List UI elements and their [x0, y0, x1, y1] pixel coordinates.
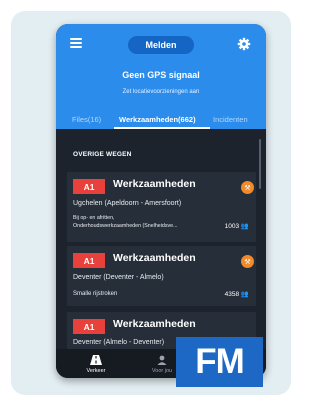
roadworks-icon: ⚒: [241, 181, 254, 194]
road-badge: A1: [73, 179, 105, 194]
person-icon: [157, 355, 167, 365]
road-badge: A1: [73, 319, 105, 334]
gps-status-title: Geen GPS signaal: [122, 70, 200, 80]
fm-logo: FM: [176, 337, 263, 387]
list-item[interactable]: A1 Werkzaamheden ⚒ Deventer (Deventer - …: [67, 246, 256, 306]
scrollbar[interactable]: [259, 139, 261, 189]
nav-verkeer[interactable]: Verkeer: [66, 349, 126, 378]
event-count: 4358 👥: [224, 291, 249, 298]
tab-bar: Files(16) Werkzaamheden(662) Incidenten: [56, 108, 266, 129]
report-button[interactable]: Melden: [128, 36, 194, 54]
road-badge: A1: [73, 253, 105, 268]
tab-files[interactable]: Files(16): [72, 115, 101, 124]
nav-label: Verkeer: [86, 368, 106, 374]
active-tab-indicator: [114, 127, 210, 129]
road-icon: [90, 355, 102, 365]
event-type: Werkzaamheden: [113, 252, 196, 264]
list-item[interactable]: A1 Werkzaamheden ⚒ Ugchelen (Apeldoorn -…: [67, 172, 256, 242]
event-location: Ugchelen (Apeldoorn - Amersfoort): [73, 200, 182, 207]
event-type: Werkzaamheden: [113, 178, 196, 190]
event-count: 1003 👥: [224, 223, 249, 230]
gear-icon[interactable]: [237, 37, 251, 51]
tab-incidenten[interactable]: Incidenten: [213, 115, 248, 124]
event-location: Deventer (Deventer - Almelo): [73, 274, 164, 281]
event-detail: Bij op- en afritten,: [73, 215, 115, 221]
section-title: OVERIGE WEGEN: [73, 151, 132, 158]
gps-status-subtitle[interactable]: Zet locatievoorzieningen aan: [56, 89, 266, 95]
menu-icon[interactable]: [70, 38, 82, 48]
event-location: Deventer (Almelo - Deventer): [73, 339, 165, 346]
event-type: Werkzaamheden: [113, 318, 196, 330]
event-detail: Smalle rijstroken: [73, 291, 118, 297]
app-header: Melden Geen GPS signaal Zet locatievoorz…: [56, 24, 266, 129]
people-icon: 👥: [240, 223, 249, 230]
tab-werkzaamheden[interactable]: Werkzaamheden(662): [119, 115, 196, 124]
event-detail: Onderhoudswerkzaamheden (Snelheidsve...: [73, 223, 178, 229]
people-icon: 👥: [240, 291, 249, 298]
roadworks-icon: ⚒: [241, 255, 254, 268]
phone-screen: Melden Geen GPS signaal Zet locatievoorz…: [56, 24, 266, 378]
